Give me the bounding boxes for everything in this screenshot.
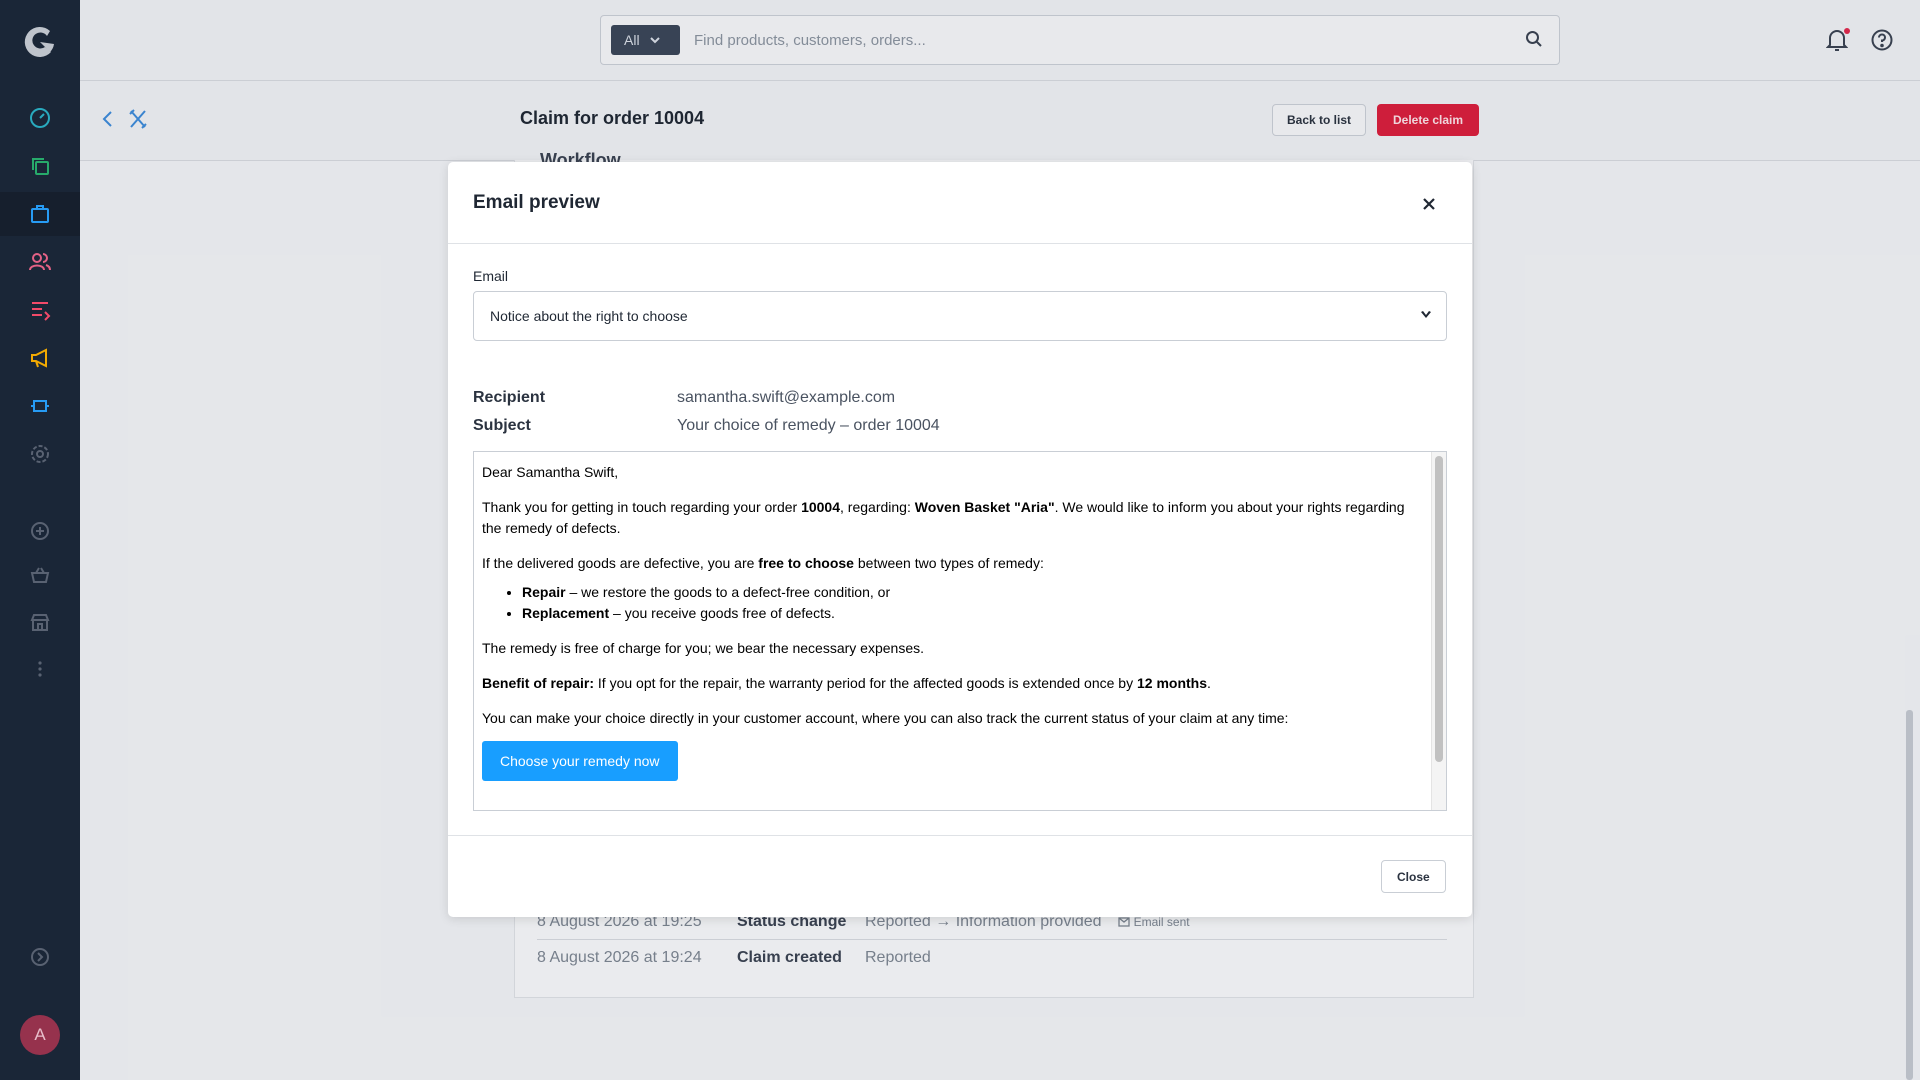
close-icon[interactable] [1420,195,1438,213]
close-button[interactable]: Close [1381,860,1446,893]
email-text: If you opt for the repair, the warranty … [594,675,1137,691]
email-paragraph: Benefit of repair: If you opt for the re… [482,673,1422,694]
chevron-down-icon [1421,311,1431,318]
email-select-label: Email [473,268,509,284]
email-text: between two types of remedy: [853,555,1044,571]
email-preview-frame[interactable]: Dear Samantha Swift, Thank you for getti… [473,451,1447,811]
email-text: . [1207,675,1211,691]
modal-footer-divider [448,835,1472,836]
remedy-list: Repair – we restore the goods to a defec… [522,582,1422,624]
product-name: Woven Basket "Aria" [914,499,1055,515]
email-emphasis: free to choose [758,555,854,571]
modal-header: Email preview [448,162,1472,244]
email-template-select[interactable]: Notice about the right to choose [473,291,1447,341]
page-scrollbar[interactable] [1906,710,1913,1080]
list-item-text: – we restore the goods to a defect-free … [565,584,891,600]
email-scrollbar[interactable] [1431,452,1446,810]
list-item-title: Replacement [522,605,610,621]
email-paragraph: You can make your choice directly in you… [482,710,1289,726]
choose-remedy-button[interactable]: Choose your remedy now [482,741,678,781]
list-item-title: Repair [522,584,566,600]
email-template-value: Notice about the right to choose [490,308,688,324]
warranty-months: 12 months [1136,675,1207,691]
subject-label: Subject [473,417,531,434]
order-number: 10004 [801,499,841,515]
list-item-text: – you receive goods free of defects. [609,605,835,621]
subject-value: Your choice of remedy – order 10004 [677,417,940,434]
email-preview-modal: Email preview Email Notice about the rig… [448,162,1472,917]
email-text: , regarding: [840,499,915,515]
recipient-label: Recipient [473,389,546,406]
email-body: Dear Samantha Swift, Thank you for getti… [482,462,1422,781]
modal-title: Email preview [473,192,600,213]
list-item: Replacement – you receive goods free of … [522,603,1422,624]
email-greeting: Dear Samantha Swift, [482,464,619,480]
email-emphasis: Benefit of repair: [482,675,595,691]
email-paragraph: The remedy is free of charge for you; we… [482,640,925,656]
list-item: Repair – we restore the goods to a defec… [522,582,1422,603]
email-paragraph: Thank you for getting in touch regarding… [482,497,1422,539]
email-text: If the delivered goods are defective, yo… [482,555,759,571]
recipient-value: samantha.swift@example.com [677,389,896,406]
email-scrollbar-thumb[interactable] [1435,456,1443,762]
email-text: Thank you for getting in touch regarding… [482,499,802,515]
email-paragraph: If the delivered goods are defective, yo… [482,553,1422,574]
